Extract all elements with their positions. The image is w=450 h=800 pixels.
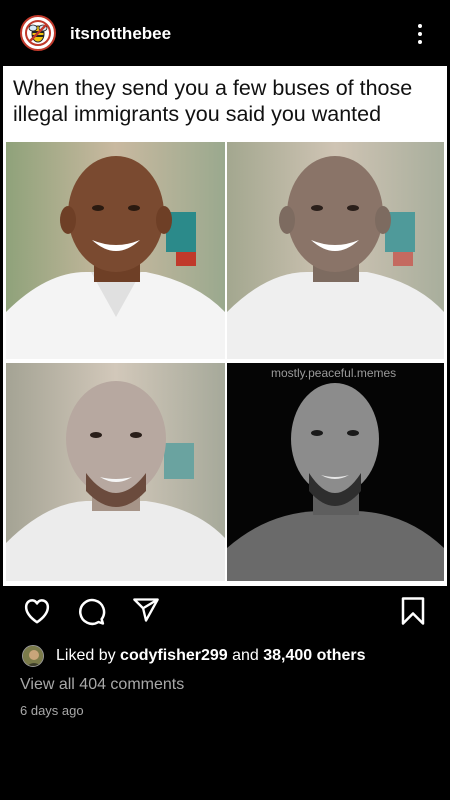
meme-caption: When they send you a few buses of those … xyxy=(13,76,413,126)
profile-avatar[interactable] xyxy=(20,15,56,51)
like-button[interactable] xyxy=(22,596,52,631)
bee-logo-icon xyxy=(25,20,51,46)
post-header: itsnotthebee xyxy=(0,0,450,66)
portrait-photo-3 xyxy=(6,363,225,581)
liker-username[interactable]: codyfisher299 xyxy=(120,647,228,664)
liked-middle: and xyxy=(227,647,264,664)
username[interactable]: itsnotthebee xyxy=(70,24,171,44)
bookmark-icon xyxy=(401,597,425,625)
send-icon xyxy=(133,598,159,622)
liked-prefix: Liked by xyxy=(56,647,121,664)
view-comments-link[interactable]: View all 404 comments xyxy=(20,676,184,694)
post-actions xyxy=(0,590,450,636)
likes-summary[interactable]: Liked by codyfisher299 and 38,400 others xyxy=(22,644,366,668)
liker-avatar xyxy=(22,645,44,667)
post-image[interactable]: When they send you a few buses of those … xyxy=(3,66,447,586)
more-options-button[interactable] xyxy=(410,20,430,48)
more-vertical-icon xyxy=(418,24,422,28)
portrait-photo-4 xyxy=(227,363,444,581)
comment-button[interactable] xyxy=(76,596,106,631)
likes-others-count[interactable]: 38,400 others xyxy=(263,647,365,664)
portrait-photo-2 xyxy=(227,142,444,359)
comment-icon xyxy=(79,598,106,626)
portrait-photo-1 xyxy=(6,142,225,359)
save-button[interactable] xyxy=(400,596,426,631)
watermark-text: mostly.peaceful.memes xyxy=(271,366,397,380)
heart-icon xyxy=(24,599,50,624)
share-button[interactable] xyxy=(132,596,160,629)
post-timestamp: 6 days ago xyxy=(20,703,84,718)
